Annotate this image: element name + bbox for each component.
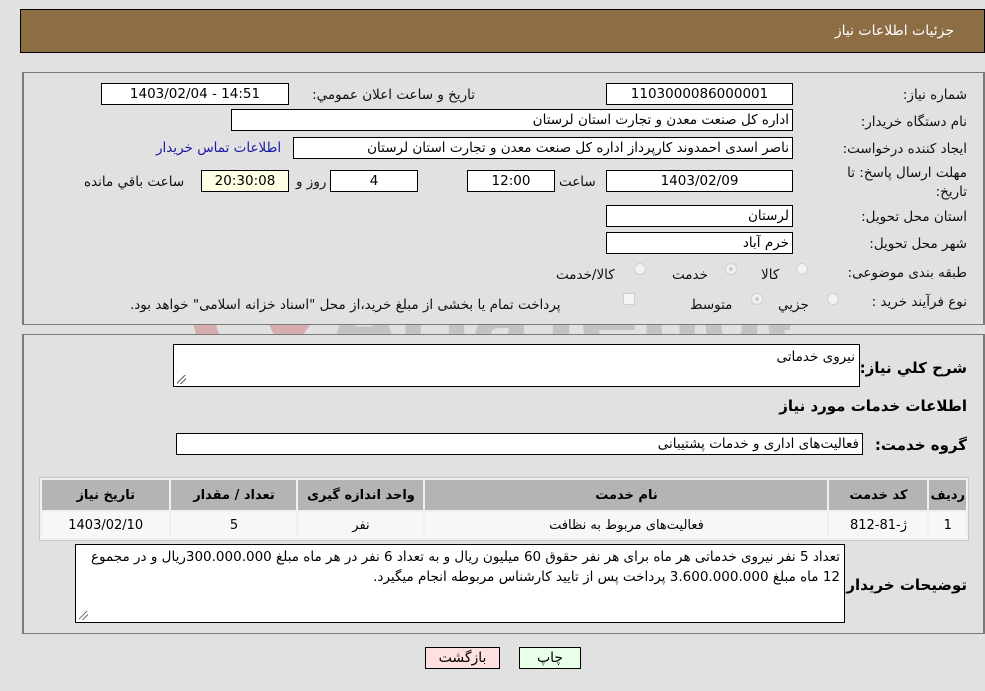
cell-unit: نفر xyxy=(298,512,424,538)
days-label: روز و xyxy=(296,174,327,190)
buyer-org-label: نام دستگاه خریدار: xyxy=(860,114,967,130)
purchase-option-medium: متوسط xyxy=(690,297,733,313)
category-option-goods: کالا xyxy=(761,267,780,283)
deadline-label: مهلت ارسال پاسخ: تا تاریخ: xyxy=(847,165,967,200)
days-remaining-field: 4 xyxy=(330,170,418,192)
col-header-row-number: ردیف xyxy=(929,480,966,510)
table-header-row: ردیف کد خدمت نام خدمت واحد اندازه گیری ت… xyxy=(42,480,966,510)
category-radio-service[interactable] xyxy=(725,263,737,275)
deadline-time-label: ساعت xyxy=(559,174,596,190)
col-header-service-name: نام خدمت xyxy=(425,480,828,510)
services-table: ردیف کد خدمت نام خدمت واحد اندازه گیری ت… xyxy=(39,477,969,541)
services-heading: اطلاعات خدمات مورد نیاز xyxy=(779,397,967,415)
back-button[interactable]: بازگشت xyxy=(425,647,500,669)
need-number-field: 1103000086000001 xyxy=(606,83,793,105)
requester-field: ناصر اسدی احمدوند کارپرداز اداره کل صنعت… xyxy=(293,137,793,159)
buyer-notes-textarea[interactable]: تعداد 5 نفر نیروی خدماتی هر ماه برای هر … xyxy=(75,544,845,623)
purchase-radio-medium[interactable] xyxy=(751,293,763,305)
service-group-field: فعالیت‌های اداری و خدمات پشتیبانی xyxy=(176,433,863,455)
city-field: خرم آباد xyxy=(606,232,793,254)
remaining-time-label: ساعت باقي مانده xyxy=(84,174,185,190)
category-radio-goods[interactable] xyxy=(796,263,808,275)
print-button[interactable]: چاپ xyxy=(519,647,581,669)
deadline-date-field: 1403/02/09 xyxy=(606,170,793,192)
treasury-note: پرداخت تمام یا بخشی از مبلغ خرید،از محل … xyxy=(130,297,561,313)
buyer-notes-text: تعداد 5 نفر نیروی خدماتی هر ماه برای هر … xyxy=(90,549,840,585)
resize-grip-icon[interactable] xyxy=(177,375,186,384)
cell-need-date: 1403/02/10 xyxy=(42,512,170,538)
need-number-label: شماره نیاز: xyxy=(902,87,967,103)
buyer-contact-link[interactable]: اطلاعات تماس خریدار xyxy=(156,140,281,156)
cell-row-number: 1 xyxy=(929,512,966,538)
category-option-service: خدمت xyxy=(672,267,708,283)
purchase-radio-minor[interactable] xyxy=(827,293,839,305)
province-field: لرستان xyxy=(606,205,793,227)
city-label: شهر محل تحویل: xyxy=(869,236,967,252)
summary-label: شرح کلي نياز: xyxy=(859,359,967,377)
deadline-time-field: 12:00 xyxy=(467,170,555,192)
purchase-type-label: نوع فرآیند خرید : xyxy=(871,294,967,310)
service-group-label: گروه خدمت: xyxy=(874,436,967,454)
category-radio-goods-service[interactable] xyxy=(634,263,646,275)
cell-quantity: 5 xyxy=(171,512,297,538)
treasury-checkbox[interactable] xyxy=(623,293,635,305)
summary-text: نیروی خدماتی xyxy=(776,349,855,365)
remaining-time-field: 20:30:08 xyxy=(201,170,289,192)
buyer-org-field: اداره کل صنعت معدن و تجارت استان لرستان xyxy=(231,109,793,131)
category-label: طبقه بندی موضوعی: xyxy=(847,265,967,281)
province-label: استان محل تحویل: xyxy=(861,209,967,225)
table-row: 1 ژ-81-812 فعالیت‌های مربوط به نظافت نفر… xyxy=(42,512,966,538)
resize-grip-icon[interactable] xyxy=(79,611,88,620)
cell-service-code: ژ-81-812 xyxy=(829,512,928,538)
purchase-option-minor: جزيي xyxy=(778,297,809,313)
buyer-notes-label: توضیحات خریدار: xyxy=(840,576,967,594)
col-header-need-date: تاریخ نیاز xyxy=(42,480,170,510)
summary-textarea[interactable]: نیروی خدماتی xyxy=(173,344,860,387)
col-header-unit: واحد اندازه گیری xyxy=(298,480,424,510)
col-header-service-code: کد خدمت xyxy=(829,480,928,510)
cell-service-name: فعالیت‌های مربوط به نظافت xyxy=(425,512,828,538)
category-option-goods-service: کالا/خدمت xyxy=(556,267,615,283)
page-header: جزئیات اطلاعات نیاز xyxy=(20,9,985,53)
announce-datetime-label: تاريخ و ساعت اعلان عمومي: xyxy=(312,87,475,103)
requester-label: ایجاد کننده درخواست: xyxy=(842,141,967,157)
page-title: جزئیات اطلاعات نیاز xyxy=(834,23,954,39)
announce-datetime-field: 1403/02/04 - 14:51 xyxy=(101,83,289,105)
col-header-quantity: تعداد / مقدار xyxy=(171,480,297,510)
